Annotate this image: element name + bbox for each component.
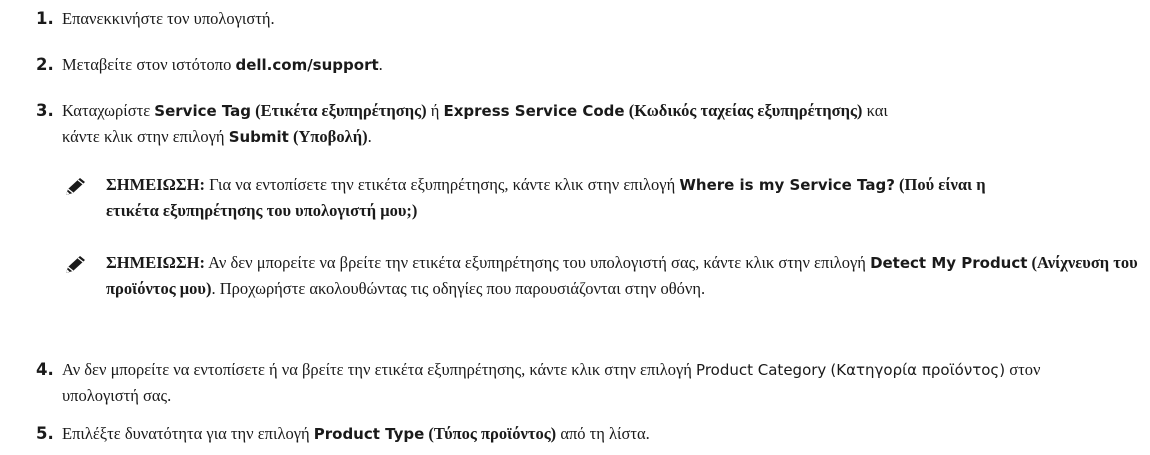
service-tag-label: Service Tag: [154, 102, 252, 120]
note-text: ΣΗΜΕΙΩΣΗ: Αν δεν μπορείτε να βρείτε την …: [106, 253, 1138, 298]
where-is-service-tag-label: Where is my Service Tag?: [679, 176, 895, 194]
step-number: 5.: [36, 424, 54, 443]
step-text: Καταχωρίστε Service Tag (Ετικέτα εξυπηρέ…: [62, 101, 888, 146]
pencil-note-icon: [63, 176, 89, 198]
step-number: 1.: [36, 9, 54, 28]
detect-my-product-label: Detect My Product: [870, 254, 1028, 272]
document-page: 1. Επανεκκινήστε τον υπολογιστή. 2. Μετα…: [0, 0, 1150, 455]
step-text: Επιλέξτε δυνατότητα για την επιλογή Prod…: [62, 424, 650, 443]
note-text: ΣΗΜΕΙΩΣΗ: Για να εντοπίσετε την ετικέτα …: [106, 175, 986, 220]
product-type-label: Product Type: [313, 425, 425, 443]
step-text: Αν δεν μπορείτε να εντοπίσετε ή να βρείτ…: [62, 360, 1041, 405]
step-text: Μεταβείτε στον ιστότοπο dell.com/support…: [62, 55, 383, 74]
support-link[interactable]: dell.com/support: [235, 56, 378, 74]
step-number: 2.: [36, 55, 54, 74]
pencil-note-icon: [63, 254, 89, 276]
product-category-label: Product Category: [696, 361, 827, 379]
note-label: ΣΗΜΕΙΩΣΗ:: [106, 175, 205, 194]
step-text: Επανεκκινήστε τον υπολογιστή.: [62, 9, 275, 28]
step-number: 3.: [36, 101, 54, 120]
submit-label: Submit: [228, 128, 289, 146]
note-label: ΣΗΜΕΙΩΣΗ:: [106, 253, 205, 272]
step-number: 4.: [36, 360, 54, 379]
express-service-code-label: Express Service Code: [443, 102, 625, 120]
